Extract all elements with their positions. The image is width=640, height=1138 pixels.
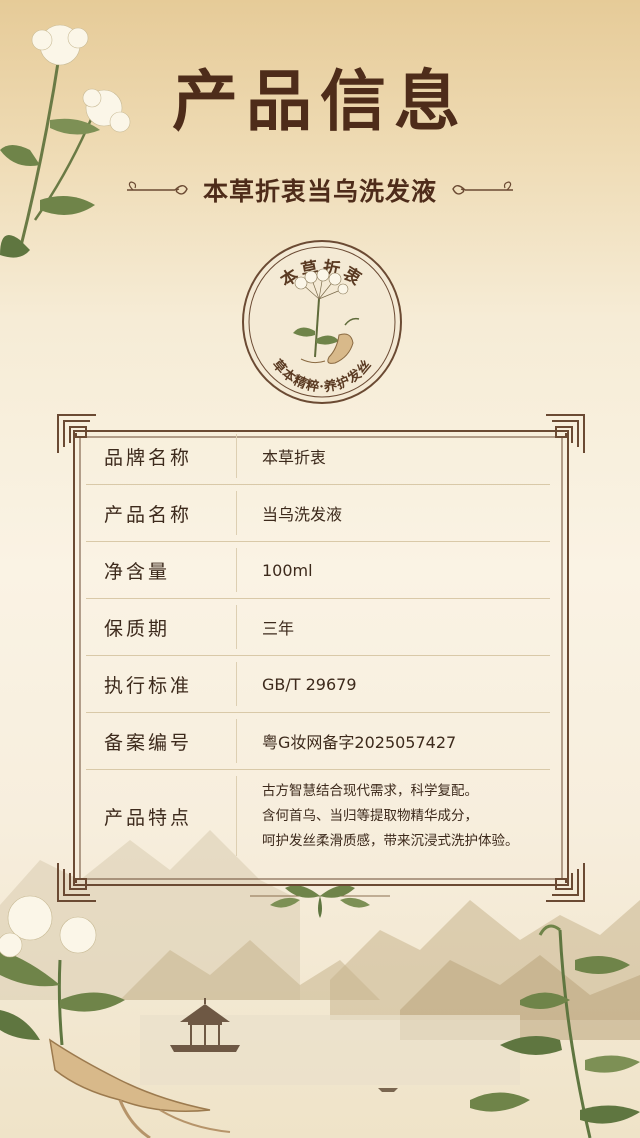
scroll-ornament-left-icon (126, 181, 188, 195)
row-value: 本草折衷 (262, 448, 327, 467)
table-row: 品牌名称 本草折衷 (86, 428, 550, 485)
brand-emblem: 本草折衷 草本精粹·养护发丝 (242, 240, 402, 404)
row-value: 粤G妆网备字2025057427 (262, 733, 457, 752)
table-row: 执行标准 GB/T 29679 (86, 656, 550, 713)
product-subtitle: 本草折衷当乌洗发液 (202, 177, 437, 206)
scroll-ornament-right-icon (452, 181, 513, 195)
feature-line: 古方智慧结合现代需求，科学复配。 (262, 782, 478, 799)
flower-plant-top-left (0, 24, 131, 258)
product-info-table: 品牌名称 本草折衷 产品名称 当乌洗发液 净含量 100ml 保质期 三年 执行… (86, 428, 550, 862)
page-title: 产品信息 (172, 62, 468, 140)
row-label: 产品名称 (104, 503, 193, 526)
corner-ornament-bottom-left-icon (57, 863, 96, 902)
ginseng-root-illustration (0, 895, 231, 1138)
row-label: 执行标准 (104, 674, 193, 697)
row-value: 当乌洗发液 (262, 505, 343, 524)
feature-description: 古方智慧结合现代需求，科学复配。 含何首乌、当归等提取物精华成分， 呵护发丝柔滑… (236, 779, 550, 854)
feature-label: 产品特点 (104, 806, 193, 829)
pavilion-icon (170, 998, 240, 1052)
herb-plant-bottom-right (470, 924, 640, 1138)
row-value: GB/T 29679 (262, 674, 357, 694)
table-row: 净含量 100ml (86, 542, 550, 599)
row-value: 三年 (262, 619, 295, 638)
row-value: 100ml (262, 560, 313, 580)
corner-ornament-bottom-right-icon (546, 863, 585, 902)
table-row: 备案编号 粤G妆网备字2025057427 (86, 713, 550, 770)
row-label: 净含量 (104, 560, 171, 583)
corner-ornament-top-right-icon (546, 414, 585, 453)
subtitle-row: 本草折衷当乌洗发液 (0, 170, 640, 210)
row-label: 保质期 (104, 617, 171, 640)
row-label: 备案编号 (104, 731, 193, 754)
feature-line: 呵护发丝柔滑质感，带来沉浸式洗护体验。 (262, 832, 519, 849)
table-row: 保质期 三年 (86, 599, 550, 656)
feature-line: 含何首乌、当归等提取物精华成分， (262, 807, 478, 824)
table-row-features: 产品特点 古方智慧结合现代需求，科学复配。 含何首乌、当归等提取物精华成分， 呵… (86, 770, 550, 862)
table-row: 产品名称 当乌洗发液 (86, 485, 550, 542)
row-label: 品牌名称 (104, 446, 193, 469)
